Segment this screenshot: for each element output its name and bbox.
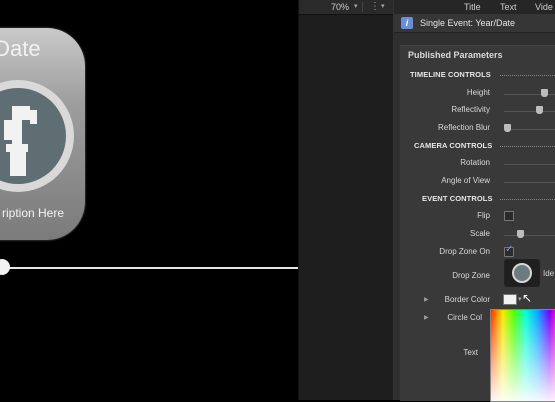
tab-text[interactable]: Text — [500, 0, 517, 14]
section-camera-controls: CAMERA CONTROLS — [414, 141, 493, 150]
inspector-tabs: Title Text Vide — [394, 0, 555, 15]
timeline-bar[interactable] — [0, 267, 298, 269]
border-color-caret-icon[interactable]: ▾ — [518, 295, 522, 303]
flip-checkbox[interactable] — [504, 211, 514, 221]
rotation-slider[interactable] — [504, 164, 555, 165]
section-event-controls: EVENT CONTROLS — [422, 194, 493, 203]
drop-zone-well[interactable] — [504, 259, 540, 287]
canvas-viewer[interactable]: /Date ription Here — [0, 0, 298, 400]
color-picker-popup[interactable] — [490, 309, 555, 402]
param-label-flip: Flip — [477, 211, 490, 220]
raised-fist-icon — [4, 106, 37, 176]
playhead-handle[interactable] — [0, 259, 10, 275]
param-label-border-color: Border Color — [444, 295, 490, 304]
section-timeline-controls: TIMELINE CONTROLS — [410, 70, 491, 79]
inspector-header: i Single Event: Year/Date — [394, 14, 555, 33]
angle-of-view-slider[interactable] — [504, 182, 555, 183]
param-label-rotation: Rotation — [460, 158, 490, 167]
param-label-reflectivity: Reflectivity — [451, 105, 490, 114]
param-label-reflection-blur: Reflection Blur — [437, 123, 490, 132]
param-label-angle-of-view: Angle of View — [441, 176, 490, 185]
event-card-preview: /Date ription Here — [0, 28, 85, 240]
param-label-drop-zone-on: Drop Zone On — [439, 247, 490, 256]
published-parameters-title: Published Parameters — [408, 50, 503, 60]
tab-title[interactable]: Title — [464, 0, 481, 14]
section-divider — [500, 199, 555, 200]
reflection-blur-slider[interactable] — [504, 129, 555, 130]
card-description: ription Here — [2, 206, 65, 220]
param-label-drop-zone: Drop Zone — [452, 271, 490, 280]
view-options-icon[interactable]: ⋮ — [370, 0, 380, 14]
mouse-pointer-icon: ↖ — [522, 291, 533, 305]
reflectivity-slider-thumb[interactable] — [536, 106, 543, 114]
height-slider-thumb[interactable] — [541, 89, 548, 97]
section-divider — [500, 75, 555, 76]
reflection-blur-slider-thumb[interactable] — [504, 124, 511, 132]
scale-slider-thumb[interactable] — [517, 230, 524, 238]
zoom-level[interactable]: 70% — [331, 0, 349, 14]
color-spectrum[interactable] — [491, 310, 555, 401]
param-label-height: Height — [466, 88, 490, 97]
border-color-swatch[interactable] — [503, 294, 517, 305]
viewer-toolbar: 70% ▾ ⋮ ▾ — [299, 0, 393, 15]
viewer-side-gutter: 70% ▾ ⋮ ▾ — [298, 0, 394, 400]
section-divider — [500, 146, 555, 147]
drop-zone-right-label: Ide — [543, 269, 555, 278]
param-label-scale: Scale — [469, 229, 490, 238]
reflectivity-slider[interactable] — [504, 111, 555, 112]
card-title: /Date — [0, 36, 41, 61]
inspector-title: Single Event: Year/Date — [420, 18, 516, 28]
card-circle-inner — [0, 88, 66, 184]
tab-video[interactable]: Vide — [535, 0, 553, 14]
drop-zone-thumbnail-icon — [512, 263, 532, 283]
info-icon: i — [401, 17, 413, 29]
param-label-circle-color: Circle Col — [447, 313, 482, 322]
zoom-dropdown-caret-icon[interactable]: ▾ — [354, 0, 358, 14]
param-label-text: Text — [463, 348, 478, 357]
view-options-caret-icon[interactable]: ▾ — [381, 0, 385, 14]
toolbar-divider — [362, 2, 363, 12]
scale-slider[interactable] — [504, 235, 555, 236]
checkmark-icon: ✓ — [505, 244, 514, 255]
